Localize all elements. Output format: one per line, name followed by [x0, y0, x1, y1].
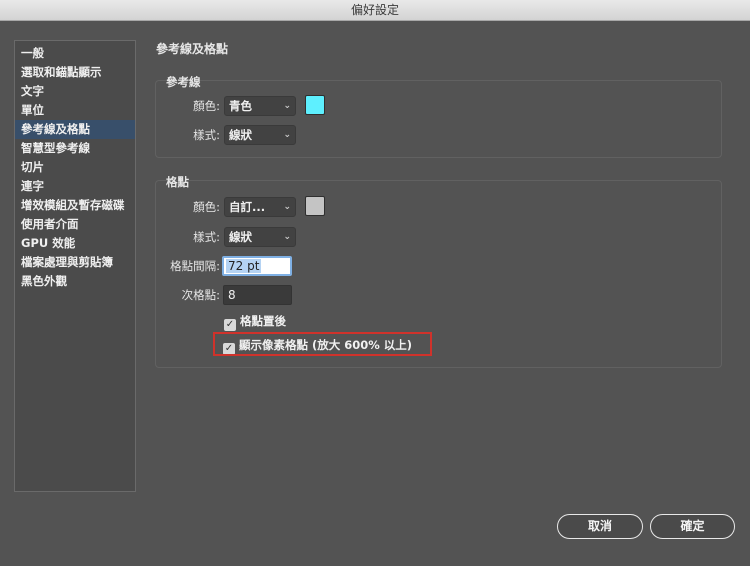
guides-color-value: 青色: [229, 99, 252, 113]
grid-style-label: 樣式:: [193, 230, 220, 244]
sidebar-item-hyphenation[interactable]: 連字: [15, 177, 135, 196]
grids-in-back-checkbox-row[interactable]: ✓ 格點置後: [224, 313, 286, 331]
sidebar-item-plugins-scratch-disks[interactable]: 增效模組及暫存磁碟: [15, 196, 135, 215]
checkmark-icon[interactable]: ✓: [224, 319, 236, 331]
sidebar-item-file-handling-clipboard[interactable]: 檔案處理與剪貼簿: [15, 253, 135, 272]
grid-group-title: 格點: [166, 175, 189, 189]
guides-group-title: 參考線: [166, 75, 201, 89]
chevron-down-icon: ⌄: [283, 202, 291, 212]
sidebar-item-appearance-of-black[interactable]: 黑色外觀: [15, 272, 135, 291]
sidebar-item-slices[interactable]: 切片: [15, 158, 135, 177]
sidebar-item-user-interface[interactable]: 使用者介面: [15, 215, 135, 234]
grids-in-back-label: 格點置後: [240, 314, 286, 328]
grid-style-select[interactable]: 線狀 ⌄: [224, 227, 296, 247]
preferences-sidebar: 一般 選取和錨點顯示 文字 單位 參考線及格點 智慧型參考線 切片 連字 增效模…: [14, 40, 136, 492]
cancel-button[interactable]: 取消: [557, 514, 643, 539]
grid-style-value: 線狀: [229, 230, 252, 244]
sidebar-item-guides-grid[interactable]: 參考線及格點: [15, 120, 135, 139]
guides-color-label: 顏色:: [193, 99, 220, 113]
chevron-down-icon: ⌄: [283, 130, 291, 140]
guides-style-select[interactable]: 線狀 ⌄: [224, 125, 296, 145]
subdivisions-input[interactable]: 8: [223, 285, 292, 305]
guides-color-select[interactable]: 青色 ⌄: [224, 96, 296, 116]
window-title: 偏好設定: [0, 0, 750, 21]
chevron-down-icon: ⌄: [283, 101, 291, 111]
grid-color-swatch[interactable]: [305, 196, 325, 216]
guides-style-label: 樣式:: [193, 128, 220, 142]
grid-color-value: 自訂...: [229, 200, 266, 214]
section-title: 參考線及格點: [156, 42, 229, 56]
sidebar-item-smart-guides[interactable]: 智慧型參考線: [15, 139, 135, 158]
sidebar-item-general[interactable]: 一般: [15, 44, 135, 63]
grid-color-select[interactable]: 自訂... ⌄: [224, 197, 296, 217]
sidebar-item-selection-anchor-display[interactable]: 選取和錨點顯示: [15, 63, 135, 82]
guides-group: 參考線: [155, 75, 722, 158]
grid-spacing-input[interactable]: 72 pt: [222, 256, 292, 276]
guides-color-swatch[interactable]: [305, 95, 325, 115]
subdivisions-label: 次格點:: [181, 288, 220, 302]
chevron-down-icon: ⌄: [283, 232, 291, 242]
sidebar-item-type[interactable]: 文字: [15, 82, 135, 101]
ok-button[interactable]: 確定: [650, 514, 735, 539]
sidebar-item-gpu-performance[interactable]: GPU 效能: [15, 234, 135, 253]
grid-spacing-value: 72 pt: [226, 259, 262, 273]
grid-spacing-label: 格點間隔:: [170, 259, 220, 273]
guides-style-value: 線狀: [229, 128, 252, 142]
sidebar-item-units[interactable]: 單位: [15, 101, 135, 120]
grid-color-label: 顏色:: [193, 200, 220, 214]
annotation-highlight-box: [213, 332, 432, 356]
